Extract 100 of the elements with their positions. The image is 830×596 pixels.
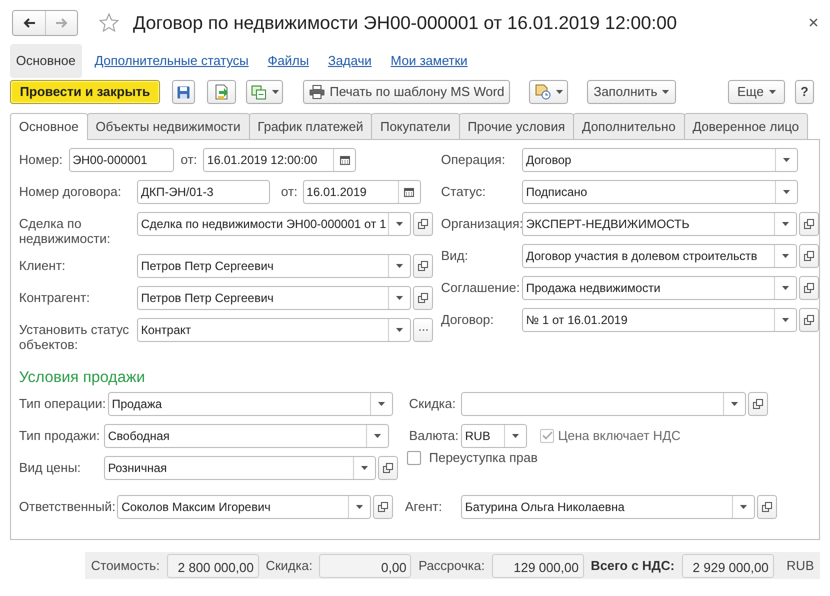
dropdown-field[interactable]: Продажа (108, 392, 393, 416)
checkbox[interactable] (407, 450, 421, 465)
print-button[interactable]: Печать по шаблону MS Word (303, 80, 510, 104)
copy-button[interactable] (246, 80, 283, 104)
dropdown-field[interactable]: Петров Петр Сергеевич (137, 286, 411, 310)
check-icon (542, 431, 552, 440)
dropdown-field[interactable]: RUB (461, 424, 527, 448)
open-button[interactable] (413, 254, 433, 278)
section-link[interactable]: Задачи (322, 44, 378, 78)
caret-icon (556, 90, 562, 94)
caret-icon (378, 402, 385, 406)
input-field[interactable]: ДКП-ЭН/01-3 (137, 180, 270, 204)
total-label: Рассрочка: (418, 556, 485, 575)
caret-icon (361, 466, 368, 470)
star-icon[interactable] (99, 13, 119, 32)
more-button[interactable]: Еще (728, 80, 785, 104)
open-button[interactable] (757, 495, 777, 520)
dropdown-field[interactable]: Свободная (104, 424, 389, 448)
open-button[interactable] (413, 286, 433, 310)
open-icon (418, 219, 428, 229)
field-label: Тип продажи: (19, 427, 101, 444)
tab[interactable]: Покупатели (371, 113, 460, 139)
dropdown-field[interactable]: Контракт (137, 318, 411, 342)
caret-icon (396, 296, 403, 300)
dropdown-field[interactable]: Батурина Ольга Николаевна (461, 495, 755, 520)
caret-icon (782, 222, 789, 226)
window-title: Договор по недвижимости ЭН00-000001 от 16.01.2019 12:00:00 (133, 10, 677, 35)
open-button[interactable] (748, 392, 768, 416)
dropdown-field[interactable]: Подписано (522, 180, 798, 204)
section-link[interactable]: Мои заметки (384, 44, 474, 78)
field-label: Вид: (441, 247, 470, 263)
currency-label: RUB (786, 556, 814, 575)
open-icon (378, 502, 388, 512)
open-button[interactable] (799, 308, 819, 332)
caret-icon (731, 402, 738, 406)
input-field[interactable]: ЭН00-000001 (68, 148, 174, 172)
date-field[interactable]: 16.01.2019 12:00:00 (203, 148, 356, 172)
section-title: Условия продажи (19, 368, 146, 388)
tab[interactable]: Дополнительно (573, 113, 685, 139)
open-button[interactable] (799, 212, 819, 236)
dropdown-field[interactable]: Продажа недвижимости (522, 276, 797, 300)
field-label: Скидка: (409, 395, 457, 412)
open-icon (383, 463, 393, 474)
dropdown-field[interactable]: Петров Петр Сергеевич (137, 254, 411, 278)
field-label: Ответственный: (19, 498, 116, 514)
field-label: Номер: (19, 151, 63, 167)
open-button[interactable] (413, 212, 433, 236)
tab[interactable]: Основное (10, 113, 88, 140)
field-label: Номер договора: (19, 183, 122, 199)
open-button[interactable] (799, 244, 819, 268)
tab[interactable]: График платежей (248, 113, 372, 139)
dropdown-field[interactable]: Договор участия в долевом строительств (522, 244, 797, 268)
caret-icon (512, 434, 519, 438)
open-icon (418, 293, 428, 303)
save-button[interactable] (172, 80, 195, 104)
tab[interactable]: Объекты недвижимости (86, 113, 250, 139)
help-button[interactable]: ? (795, 80, 814, 104)
post-button[interactable] (207, 80, 236, 104)
total-label: Всего с НДС: (590, 556, 675, 575)
section-tab[interactable]: Основное (10, 44, 82, 78)
field-label: Организация: (441, 215, 522, 231)
caret-icon (662, 90, 670, 94)
dropdown-field[interactable]: Розничная (104, 456, 376, 480)
total-label: Скидка: (266, 556, 312, 575)
field-label: Вид цены: (19, 459, 82, 476)
caret-icon (356, 505, 364, 510)
close-icon[interactable] (809, 18, 818, 27)
caret-icon (768, 90, 776, 94)
section-link[interactable]: Файлы (262, 44, 315, 78)
tab[interactable]: Прочие условия (458, 113, 574, 139)
field-label: Сделка по недвижимости: (19, 215, 112, 246)
dropdown-field[interactable]: Сделка по недвижимости ЭН00-000001 от 1 (137, 212, 411, 236)
field-label: от: (180, 151, 198, 167)
dropdown-field[interactable]: Договор (522, 148, 798, 172)
tab[interactable]: Доверенное лицо (684, 113, 808, 139)
open-button[interactable] (799, 276, 819, 300)
calendar-icon (404, 187, 414, 197)
open-button[interactable] (378, 456, 398, 480)
document-arrow-icon (214, 84, 230, 100)
section-link[interactable]: Дополнительные статусы (88, 44, 255, 78)
open-icon (762, 502, 772, 512)
dropdown-field[interactable]: № 1 от 16.01.2019 (522, 308, 797, 332)
caret-icon (396, 222, 403, 226)
open-button[interactable] (373, 495, 394, 520)
dropdown-field[interactable] (461, 392, 746, 416)
printer-icon (308, 85, 325, 99)
dropdown-field[interactable]: Соколов Максим Игоревич (117, 495, 372, 520)
total-field: 2 929 000,00 (682, 554, 774, 578)
dropdown-field[interactable]: ЭКСПЕРТ-НЕДВИЖИМОСТЬ (522, 212, 797, 236)
field-label: Договор: (441, 311, 495, 327)
total-label: Стоимость: (91, 556, 160, 575)
open-icon (418, 261, 428, 271)
total-field: 0,00 (319, 554, 412, 578)
right-arrow-icon (56, 18, 68, 28)
post-and-close-button[interactable]: Провести и закрыть (10, 80, 160, 104)
report-button[interactable] (529, 80, 568, 104)
date-field[interactable]: 16.01.2019 (302, 180, 421, 204)
total-field: 129 000,00 (492, 554, 584, 578)
caret-icon (782, 286, 789, 290)
fill-button[interactable]: Заполнить (587, 80, 676, 104)
